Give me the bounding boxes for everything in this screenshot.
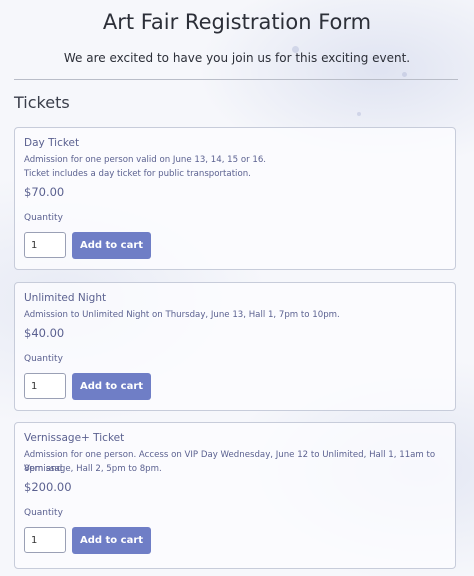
- header-divider: [14, 79, 458, 80]
- ticket-name: Unlimited Night: [24, 292, 107, 304]
- ticket-description-line: Admission for one person valid on June 1…: [24, 155, 267, 165]
- quantity-label: Quantity: [24, 354, 63, 364]
- quantity-input[interactable]: [24, 232, 66, 258]
- add-to-cart-button[interactable]: Add to cart: [72, 527, 151, 554]
- ticket-description-line: Ticket includes a day ticket for public …: [24, 169, 251, 179]
- add-to-cart-button[interactable]: Add to cart: [72, 373, 151, 400]
- add-to-cart-button[interactable]: Add to cart: [72, 232, 151, 259]
- decorative-dot: [357, 112, 361, 116]
- quantity-label: Quantity: [24, 213, 63, 223]
- ticket-card-unlimited-night: Unlimited Night Admission to Unlimited N…: [14, 282, 456, 411]
- ticket-price: $70.00: [24, 185, 65, 199]
- quantity-input[interactable]: [24, 527, 66, 553]
- ticket-card-day: Day Ticket Admission for one person vali…: [14, 127, 456, 270]
- page-title: Art Fair Registration Form: [102, 10, 372, 34]
- ticket-price: $200.00: [24, 480, 72, 494]
- ticket-name: Vernissage+ Ticket: [24, 432, 125, 444]
- ticket-description-line: Admission to Unlimited Night on Thursday…: [24, 310, 340, 320]
- decorative-dot: [402, 72, 407, 77]
- page-subtitle: We are excited to have you join us for t…: [63, 51, 411, 65]
- ticket-name: Day Ticket: [24, 137, 80, 149]
- section-title-tickets: Tickets: [14, 93, 70, 112]
- ticket-description-line: Vernissage, Hall 2, 5pm to 8pm.: [24, 464, 162, 474]
- quantity-input[interactable]: [24, 373, 66, 399]
- ticket-card-vernissage: Vernissage+ Ticket Admission for one per…: [14, 422, 456, 569]
- ticket-price: $40.00: [24, 326, 65, 340]
- quantity-label: Quantity: [24, 508, 63, 518]
